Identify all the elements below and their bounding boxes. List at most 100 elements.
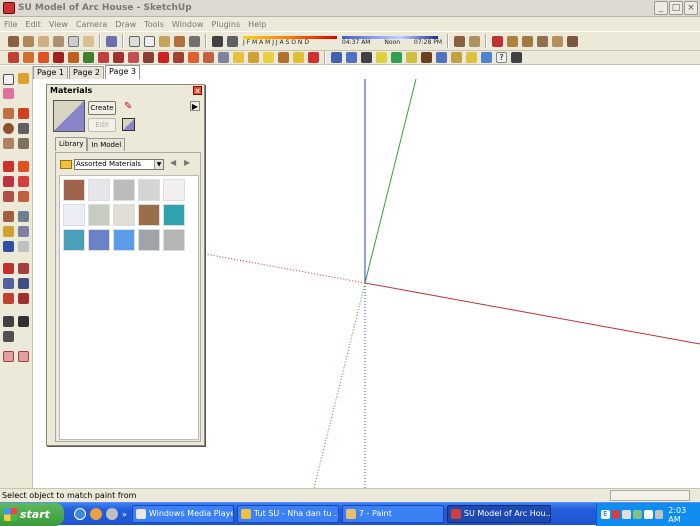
push-pull-icon[interactable] [38, 52, 49, 63]
show-more-icon[interactable]: » [122, 510, 127, 519]
menu-tools[interactable]: Tools [140, 20, 168, 29]
rotate-tool-icon[interactable] [3, 176, 14, 187]
axes-tool-icon[interactable] [3, 241, 14, 252]
month-slider[interactable]: J F M A M J J A S O N D [243, 36, 337, 46]
iso-view-icon[interactable] [23, 35, 34, 47]
zoom-extents-icon[interactable] [3, 293, 14, 304]
pan-tool-icon[interactable] [18, 263, 29, 274]
sample-paint-icon[interactable]: ✎ [124, 102, 134, 112]
task-folder-tut-su[interactable]: Tut SU - Nha dan tu ... [236, 505, 339, 523]
materials-close-button[interactable]: × [193, 86, 202, 95]
walk-icon[interactable] [248, 52, 259, 63]
material-swatch-grey-tile-grid[interactable] [138, 179, 160, 201]
start-button[interactable]: start [0, 502, 64, 526]
material-swatch-beige-marble[interactable] [113, 204, 135, 226]
plugin-icon-3[interactable] [567, 35, 578, 47]
select-arrow-icon[interactable] [3, 74, 14, 85]
default-material-icon[interactable] [122, 118, 135, 131]
push-pull-tool-icon[interactable] [18, 161, 29, 172]
section-plane-tool-icon[interactable] [3, 351, 14, 362]
cancel-icon[interactable] [308, 52, 319, 63]
previous-view-icon[interactable] [18, 293, 29, 304]
material-swatch-sage-marble[interactable] [88, 204, 110, 226]
follow-me-icon[interactable] [53, 52, 64, 63]
soften-edges-icon[interactable] [436, 52, 447, 63]
material-swatch-teal-water[interactable] [163, 204, 185, 226]
material-swatch-grey-granite[interactable] [138, 229, 160, 251]
time-slider[interactable]: 04:37 AM Noon 07:28 PM [342, 36, 442, 46]
panda-icon[interactable] [643, 510, 653, 519]
library-dropdown[interactable]: Assorted Materials ▼ [74, 158, 164, 170]
plugin-icon-2[interactable] [552, 35, 563, 47]
network-icon[interactable] [633, 510, 642, 519]
material-swatch-grey-stone[interactable] [113, 179, 135, 201]
tape-measure-icon[interactable] [128, 52, 139, 63]
star-icon[interactable] [293, 52, 304, 63]
orbit-icon[interactable] [8, 35, 19, 47]
styles-icon[interactable] [406, 52, 417, 63]
task-sketchup[interactable]: SU Model of Arc Hou... [446, 505, 551, 523]
line-tool-icon[interactable] [18, 108, 29, 119]
edit-material-button[interactable]: Edit [88, 118, 116, 132]
section-plane-icon[interactable] [454, 35, 465, 47]
instructor-icon[interactable] [511, 52, 522, 63]
material-swatch-sky-blue[interactable] [113, 229, 135, 251]
offset-tool-icon[interactable] [18, 191, 29, 202]
offset-icon[interactable] [68, 52, 79, 63]
scene-tab-page-3[interactable]: Page 3 [105, 65, 140, 79]
menu-help[interactable]: Help [244, 20, 270, 29]
task-paint[interactable]: 7 - Paint [341, 505, 444, 523]
scale-tool-icon[interactable] [3, 191, 14, 202]
material-swatch-blue-cloud[interactable] [88, 229, 110, 251]
protractor-icon[interactable] [143, 52, 154, 63]
menu-draw[interactable]: Draw [111, 20, 140, 29]
monochrome-icon[interactable] [189, 35, 200, 47]
sandbox-icon[interactable] [522, 35, 533, 47]
move-tool-icon[interactable] [3, 161, 14, 172]
tab-library[interactable]: Library [55, 137, 88, 151]
scene-tab-page-1[interactable]: Page 1 [33, 66, 68, 79]
tips-icon[interactable] [466, 52, 477, 63]
component-icon[interactable] [507, 35, 518, 47]
text-icon[interactable] [188, 52, 199, 63]
model-info-icon[interactable] [451, 52, 462, 63]
task-windows-media-player[interactable]: Windows Media Player [131, 505, 234, 523]
materials-panel-titlebar[interactable]: Materials × [47, 85, 204, 97]
polygon-tool-icon[interactable] [3, 138, 14, 149]
top-view-icon[interactable] [38, 35, 49, 47]
3d-text-tool-icon[interactable] [18, 241, 29, 252]
pencil-icon[interactable] [218, 52, 229, 63]
rotate-icon[interactable] [98, 52, 109, 63]
move-icon[interactable] [83, 52, 94, 63]
eraser-tool-icon[interactable] [3, 88, 14, 99]
tray-app-icon[interactable] [654, 510, 664, 519]
menu-file[interactable]: File [0, 20, 21, 29]
shadows-toggle-icon[interactable] [227, 35, 238, 47]
firefox-icon[interactable] [90, 508, 102, 520]
dimension-tool-icon[interactable] [18, 211, 29, 222]
text-tool-icon[interactable] [18, 226, 29, 237]
scenes-icon[interactable] [361, 52, 372, 63]
ruby-console-icon[interactable] [492, 35, 503, 47]
forward-arrow-icon[interactable]: ▶ [184, 158, 190, 167]
position-camera-icon[interactable] [278, 52, 289, 63]
dimension-icon[interactable] [173, 52, 184, 63]
minimize-button[interactable]: _ [654, 1, 668, 15]
shadow-settings-icon[interactable] [212, 35, 223, 47]
menu-window[interactable]: Window [168, 20, 208, 29]
outliner-icon[interactable] [346, 52, 357, 63]
scene-tab-page-2[interactable]: Page 2 [69, 66, 104, 79]
menu-plugins[interactable]: Plugins [207, 20, 244, 29]
material-swatch-grey-concrete[interactable] [163, 229, 185, 251]
menu-view[interactable]: View [45, 20, 72, 29]
shaded-icon[interactable] [159, 35, 170, 47]
wireframe-icon[interactable] [129, 35, 140, 47]
scale-icon[interactable] [113, 52, 124, 63]
hidden-line-icon[interactable] [144, 35, 155, 47]
create-material-button[interactable]: Create [88, 101, 116, 115]
section-plane-tool-icon-2[interactable] [18, 351, 29, 362]
look-around-icon[interactable] [263, 52, 274, 63]
3d-text-icon[interactable] [203, 52, 214, 63]
freehand-tool-icon[interactable] [18, 138, 29, 149]
material-swatch-off-white[interactable] [163, 179, 185, 201]
